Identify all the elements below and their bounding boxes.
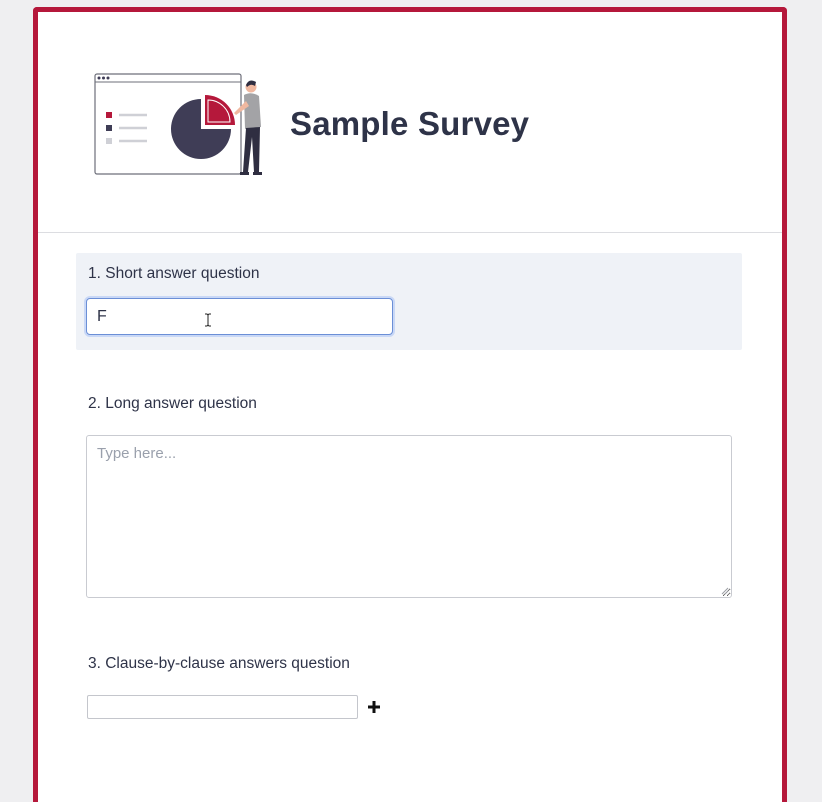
plus-icon <box>368 701 380 713</box>
question-short-answer: 1. Short answer question <box>76 253 742 350</box>
add-clause-button[interactable] <box>366 699 382 715</box>
resize-grip-icon[interactable] <box>721 587 729 595</box>
survey-header: Sample Survey <box>38 12 782 233</box>
question-label: 3. Clause-by-clause answers question <box>88 655 350 672</box>
survey-container: Sample Survey 1. Short answer question 2… <box>33 7 787 802</box>
survey-chart-illustration-icon <box>94 73 262 175</box>
question-clause-by-clause: 3. Clause-by-clause answers question <box>76 652 742 742</box>
long-answer-textarea[interactable] <box>86 435 732 598</box>
clause-answer-input[interactable] <box>87 695 358 719</box>
question-long-answer: 2. Long answer question <box>76 392 742 598</box>
question-label: 2. Long answer question <box>88 395 257 412</box>
question-label: 1. Short answer question <box>88 265 260 282</box>
short-answer-input[interactable] <box>86 298 393 335</box>
text-cursor-icon <box>205 313 211 327</box>
survey-title: Sample Survey <box>290 105 530 142</box>
